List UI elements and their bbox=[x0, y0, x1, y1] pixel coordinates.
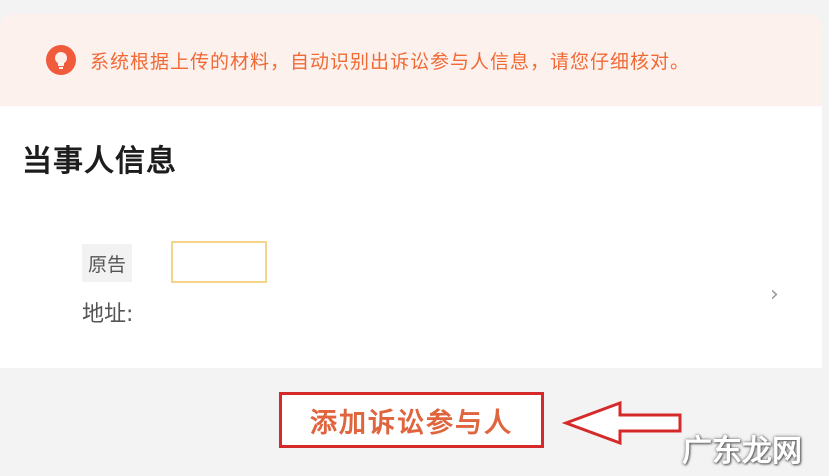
party-info-card: 当事人信息 原告 地址: › bbox=[0, 106, 822, 368]
screen: 系统根据上传的材料，自动识别出诉讼参与人信息，请您仔细核对。 当事人信息 原告 … bbox=[0, 0, 829, 476]
watermark: 广东龙网 bbox=[682, 434, 802, 469]
add-participant-button[interactable]: 添加诉讼参与人 bbox=[279, 392, 544, 448]
chevron-right-icon[interactable]: › bbox=[770, 282, 779, 307]
notice-text: 系统根据上传的材料，自动识别出诉讼参与人信息，请您仔细核对。 bbox=[90, 50, 691, 73]
notice-banner: 系统根据上传的材料，自动识别出诉讼参与人信息，请您仔细核对。 bbox=[0, 14, 822, 106]
section-title: 当事人信息 bbox=[22, 144, 177, 179]
party-role-tag: 原告 bbox=[82, 244, 132, 282]
lightbulb-icon bbox=[46, 45, 76, 75]
party-name-field[interactable] bbox=[171, 241, 267, 283]
annotation-arrow-icon bbox=[562, 400, 682, 446]
address-label: 地址: bbox=[82, 302, 134, 327]
